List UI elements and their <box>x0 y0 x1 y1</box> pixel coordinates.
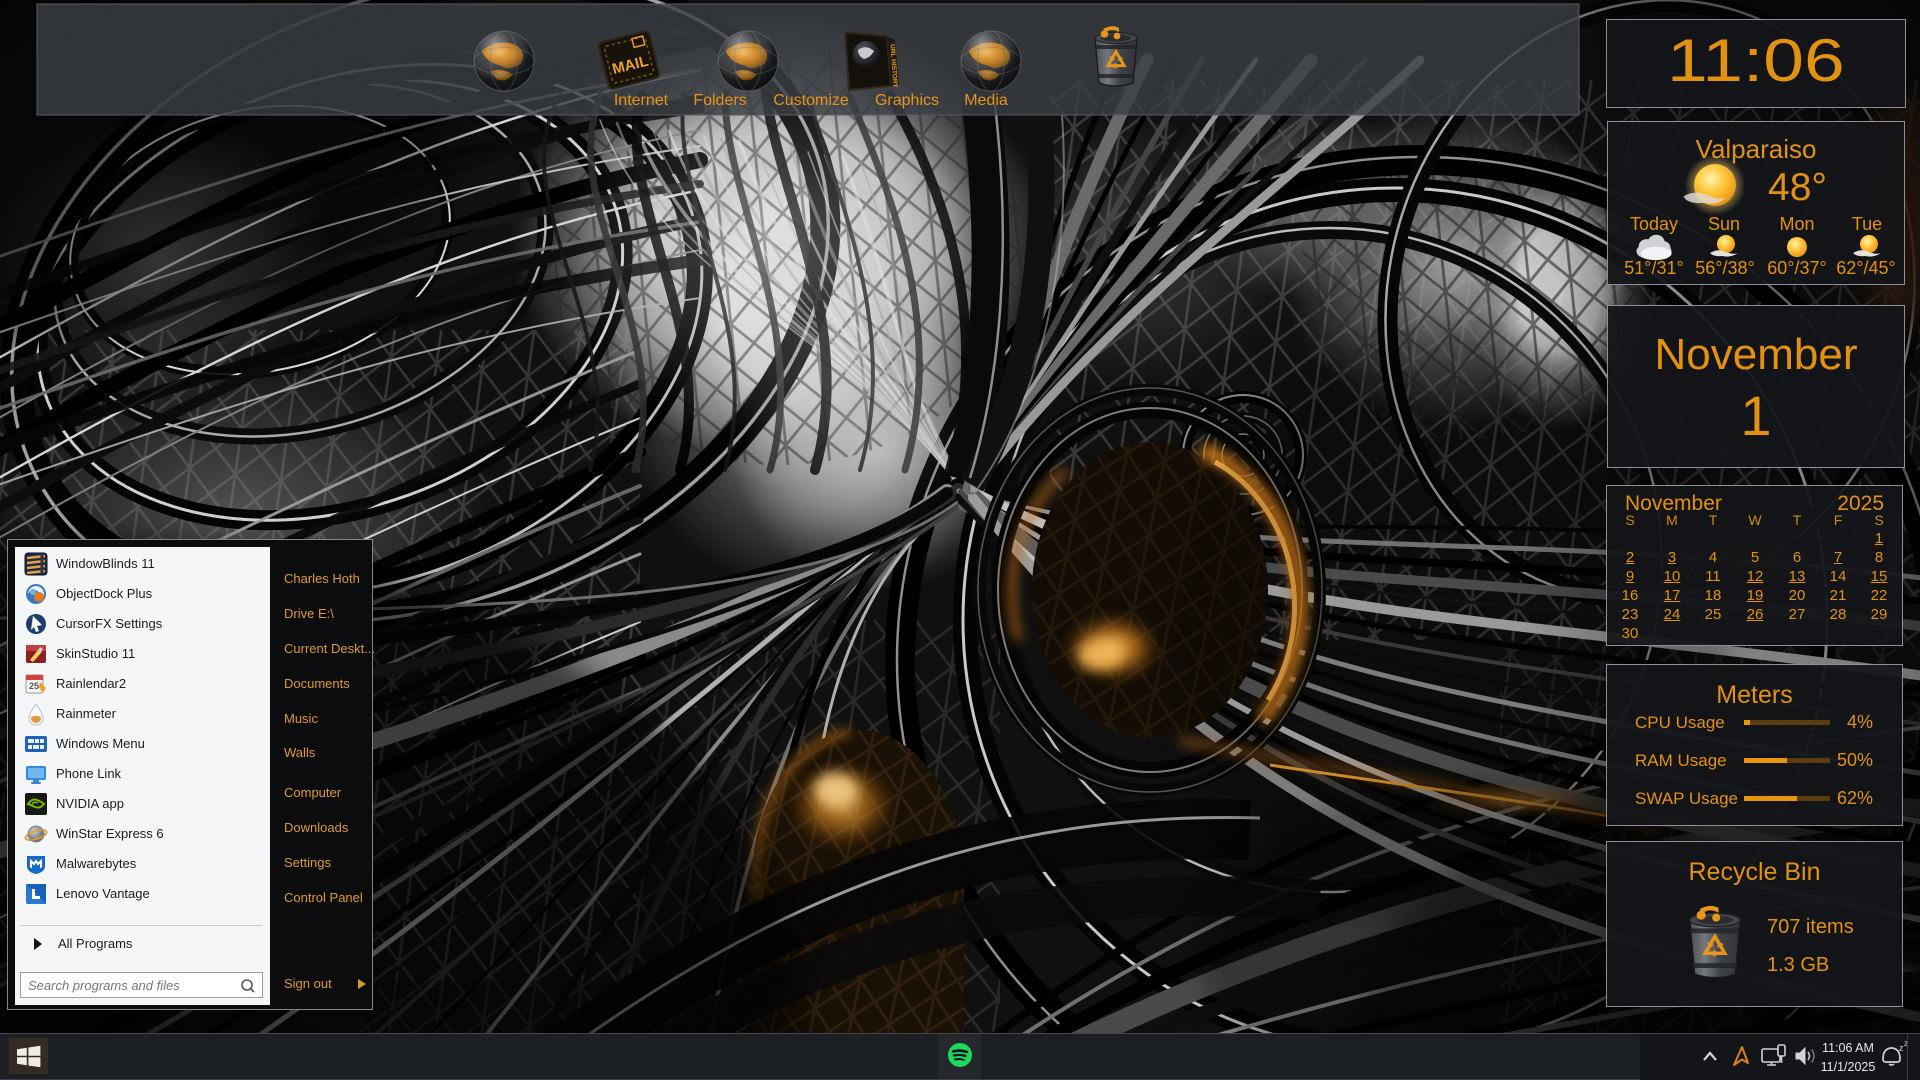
svg-text:25: 25 <box>29 681 39 691</box>
svg-text:Media: Media <box>964 92 1008 109</box>
svg-text:Customize: Customize <box>773 92 849 109</box>
svg-text:Folders: Folders <box>693 92 746 109</box>
svg-text:Internet: Internet <box>614 92 669 109</box>
svg-text:Graphics: Graphics <box>875 92 939 109</box>
